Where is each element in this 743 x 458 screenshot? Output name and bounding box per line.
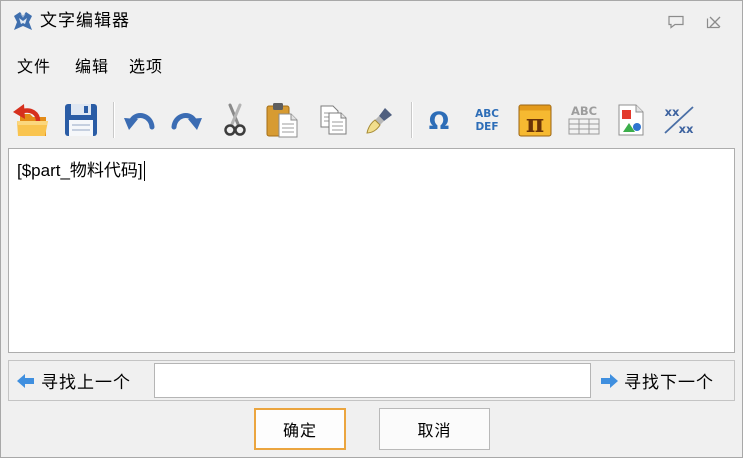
editor-line: [$part_物料代码] xyxy=(17,161,145,181)
pi-glyph: π xyxy=(526,109,544,138)
format-brush-icon[interactable] xyxy=(365,105,395,135)
copy-button[interactable] xyxy=(316,100,352,140)
app-logo-icon xyxy=(14,12,32,30)
fraction-glyph-top: xx xyxy=(665,105,680,119)
save-icon[interactable] xyxy=(63,102,99,138)
menu-edit[interactable]: 编辑 xyxy=(75,57,109,79)
omega-glyph: Ω xyxy=(429,107,449,134)
arrow-right-icon xyxy=(601,373,618,388)
change-case-icon[interactable]: ABC DEF xyxy=(471,105,503,135)
text-table-button[interactable]: ABC xyxy=(565,100,603,140)
redo-icon[interactable] xyxy=(170,107,202,133)
arrow-left-icon xyxy=(17,373,34,388)
undo-icon[interactable] xyxy=(124,107,156,133)
menu-bar: 文件 编辑 选项 xyxy=(1,53,742,83)
paste-button[interactable] xyxy=(264,100,302,140)
redo-button[interactable] xyxy=(168,100,204,140)
ok-button[interactable]: 确定 xyxy=(254,408,346,450)
text-cursor xyxy=(143,161,145,181)
find-next-button[interactable]: 寻找下一个 xyxy=(593,361,734,400)
menu-options[interactable]: 选项 xyxy=(129,57,163,79)
find-previous-label: 寻找上一个 xyxy=(41,373,131,392)
fraction-button[interactable]: xx xx xyxy=(658,100,700,140)
format-brush-button[interactable] xyxy=(363,100,397,140)
cut-button[interactable] xyxy=(220,100,250,140)
math-symbol-icon[interactable]: π xyxy=(517,102,553,138)
math-symbol-button[interactable]: π xyxy=(516,100,554,140)
text-editor-area[interactable]: [$part_物料代码] xyxy=(8,148,735,353)
special-character-icon[interactable]: Ω xyxy=(426,106,452,134)
find-next-label: 寻找下一个 xyxy=(624,373,714,392)
search-input[interactable] xyxy=(154,363,591,398)
insert-image-icon[interactable] xyxy=(614,103,648,137)
text-editor-window: 文字编辑器 文件 编辑 选项 Ω ABC DEF π ABC xx xx [$p… xyxy=(0,0,743,458)
case-glyph-top: ABC xyxy=(475,108,499,120)
find-previous-button[interactable]: 寻找上一个 xyxy=(9,361,148,400)
save-button[interactable] xyxy=(61,100,101,140)
close-icon[interactable] xyxy=(705,14,723,30)
window-title: 文字编辑器 xyxy=(40,11,130,30)
title-bar: 文字编辑器 xyxy=(1,1,742,43)
toolbar-separator xyxy=(113,102,115,138)
fraction-icon[interactable]: xx xx xyxy=(659,103,699,137)
speech-bubble-icon[interactable] xyxy=(667,14,685,30)
open-button[interactable] xyxy=(11,100,51,140)
editor-content: [$part_物料代码] xyxy=(17,161,143,180)
case-glyph-bottom: DEF xyxy=(475,121,498,133)
table-glyph: ABC xyxy=(571,104,597,118)
undo-button[interactable] xyxy=(122,100,158,140)
text-table-icon[interactable]: ABC xyxy=(566,103,602,137)
search-bar: 寻找上一个 寻找下一个 xyxy=(8,360,735,401)
fraction-glyph-bottom: xx xyxy=(679,122,694,136)
open-icon[interactable] xyxy=(12,102,50,138)
menu-file[interactable]: 文件 xyxy=(17,57,51,79)
cut-icon[interactable] xyxy=(221,103,249,137)
change-case-button[interactable]: ABC DEF xyxy=(469,100,505,140)
special-character-button[interactable]: Ω xyxy=(424,100,454,140)
copy-icon[interactable] xyxy=(318,103,350,137)
toolbar: Ω ABC DEF π ABC xx xx xyxy=(1,95,742,145)
insert-image-button[interactable] xyxy=(612,100,650,140)
paste-icon[interactable] xyxy=(265,101,301,139)
toolbar-separator xyxy=(411,102,413,138)
cancel-button[interactable]: 取消 xyxy=(379,408,490,450)
